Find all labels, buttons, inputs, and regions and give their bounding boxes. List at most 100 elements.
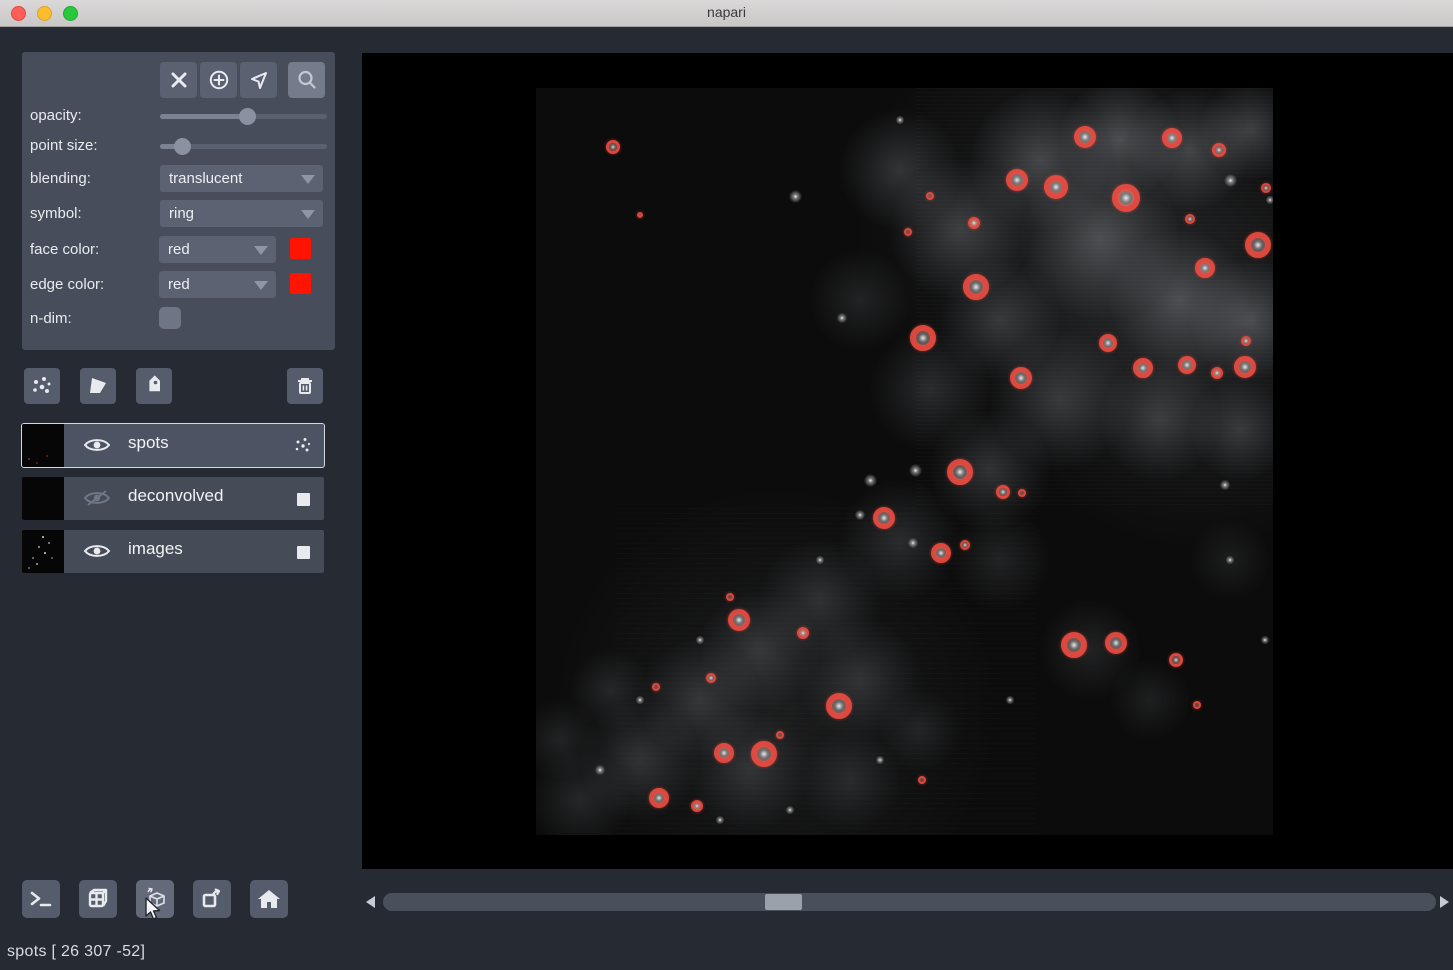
new-shapes-icon	[87, 375, 109, 397]
fluorescent-spot	[732, 613, 746, 627]
dimension-slider-track[interactable]	[383, 893, 1436, 911]
points-layer-type-icon	[294, 437, 312, 455]
chevron-down-icon	[301, 210, 315, 219]
new-points-icon	[31, 375, 53, 397]
home-reset-view-button[interactable]	[250, 880, 288, 918]
select-arrow-icon	[248, 69, 270, 91]
fluorescent-spot	[1225, 555, 1235, 565]
fluorescent-spot	[1117, 189, 1134, 206]
point-size-label: point size:	[30, 137, 98, 154]
mouse-cursor	[142, 896, 164, 922]
layer-row-images[interactable]: images	[22, 530, 324, 573]
status-coordinates: spots [ 26 307 -52]	[7, 943, 145, 961]
pan-zoom-magnifier-icon	[296, 69, 318, 91]
console-button[interactable]	[22, 880, 60, 918]
detected-point-ring[interactable]	[1018, 489, 1026, 497]
napari-window: napari opacity: point si	[0, 0, 1453, 970]
detected-point-ring[interactable]	[776, 731, 784, 739]
detected-point-ring[interactable]	[1193, 701, 1201, 709]
new-shapes-layer-button[interactable]	[80, 368, 116, 404]
chevron-down-icon	[254, 246, 268, 255]
layer-row-deconvolved[interactable]: deconvolved	[22, 477, 324, 520]
scroll-left-arrow[interactable]	[366, 896, 375, 908]
grid-cube-icon	[86, 887, 110, 911]
fluorescent-spot	[693, 802, 700, 809]
detected-point-ring[interactable]	[726, 593, 734, 601]
edge-color-dropdown[interactable]: red	[159, 271, 276, 298]
new-points-layer-button[interactable]	[24, 368, 60, 404]
opacity-slider-handle[interactable]	[239, 108, 256, 125]
edge-color-value: red	[168, 276, 190, 293]
fluorescent-spot	[1260, 635, 1270, 645]
face-color-swatch[interactable]	[290, 238, 311, 259]
fluorescent-spot	[877, 511, 891, 525]
add-points-mode-button[interactable]	[200, 62, 237, 98]
trash-icon	[295, 375, 315, 397]
layer-thumbnail	[22, 530, 64, 573]
image-layer-type-icon	[294, 490, 312, 508]
pan-zoom-mode-button[interactable]	[288, 62, 325, 98]
window-title: napari	[0, 4, 1453, 20]
layer-name: spots	[128, 433, 169, 453]
opacity-slider-fill	[160, 114, 247, 119]
delete-layer-button[interactable]	[287, 368, 323, 404]
fluorescent-spot	[1223, 173, 1238, 188]
fluorescent-spot	[1181, 359, 1192, 370]
face-color-dropdown[interactable]: red	[159, 236, 276, 263]
glow-blob	[880, 690, 960, 770]
fluorescent-spot	[815, 555, 825, 565]
glow-blob	[950, 510, 1050, 610]
fluorescent-spot	[1005, 695, 1015, 705]
edge-color-swatch[interactable]	[290, 273, 311, 294]
fluorescent-spot	[1213, 369, 1220, 376]
eye-icon	[83, 435, 111, 455]
image-layer-type-icon	[294, 543, 312, 561]
chevron-down-icon	[254, 281, 268, 290]
symbol-dropdown[interactable]: ring	[160, 200, 323, 227]
grid-view-button[interactable]	[79, 880, 117, 918]
glow-blob	[810, 250, 910, 350]
fluorescent-spot	[1078, 130, 1092, 144]
fluorescent-spot	[968, 279, 984, 295]
blending-value: translucent	[169, 170, 242, 187]
detected-point-ring[interactable]	[918, 776, 926, 784]
fluorescent-spot	[952, 464, 968, 480]
select-points-mode-button[interactable]	[240, 62, 277, 98]
fluorescent-spot	[831, 698, 847, 714]
layer-controls-panel: opacity: point size: blending: transluce…	[22, 52, 335, 350]
fluorescent-spot	[895, 115, 905, 125]
fluorescent-spot	[908, 463, 923, 478]
fluorescent-spot	[695, 635, 705, 645]
detected-point-ring[interactable]	[926, 192, 934, 200]
dimension-slider-handle[interactable]	[765, 894, 802, 910]
detected-point-ring[interactable]	[652, 683, 660, 691]
detected-point-ring[interactable]	[904, 228, 912, 236]
delete-selected-points-button[interactable]	[160, 62, 197, 98]
opacity-label: opacity:	[30, 107, 82, 124]
point-size-slider-handle[interactable]	[174, 138, 191, 155]
layer-visibility-toggle[interactable]	[82, 538, 112, 564]
ndim-checkbox[interactable]	[159, 307, 181, 329]
fluorescent-spot	[799, 629, 806, 636]
fluorescent-spot	[970, 219, 977, 226]
layer-name: images	[128, 539, 183, 559]
face-color-label: face color:	[30, 241, 99, 258]
detected-point-ring[interactable]	[637, 212, 643, 218]
fluorescent-spot	[915, 330, 931, 346]
fluorescent-spot	[875, 755, 885, 765]
viewer-canvas[interactable]	[362, 53, 1453, 869]
blending-dropdown[interactable]: translucent	[160, 165, 323, 192]
ndim-label: n-dim:	[30, 310, 72, 327]
fluorescent-spot	[785, 805, 795, 815]
fluorescent-spot	[788, 189, 803, 204]
layer-visibility-toggle[interactable]	[82, 485, 112, 511]
roll-dimensions-button[interactable]	[193, 880, 231, 918]
new-labels-layer-button[interactable]	[136, 368, 172, 404]
point-size-slider[interactable]	[160, 144, 327, 149]
fluorescent-spot	[756, 746, 772, 762]
layer-row-spots[interactable]: spots	[22, 424, 324, 467]
scroll-right-arrow[interactable]	[1440, 896, 1449, 908]
opacity-slider[interactable]	[160, 114, 327, 119]
layer-visibility-toggle[interactable]	[82, 432, 112, 458]
image-plane	[536, 88, 1273, 835]
